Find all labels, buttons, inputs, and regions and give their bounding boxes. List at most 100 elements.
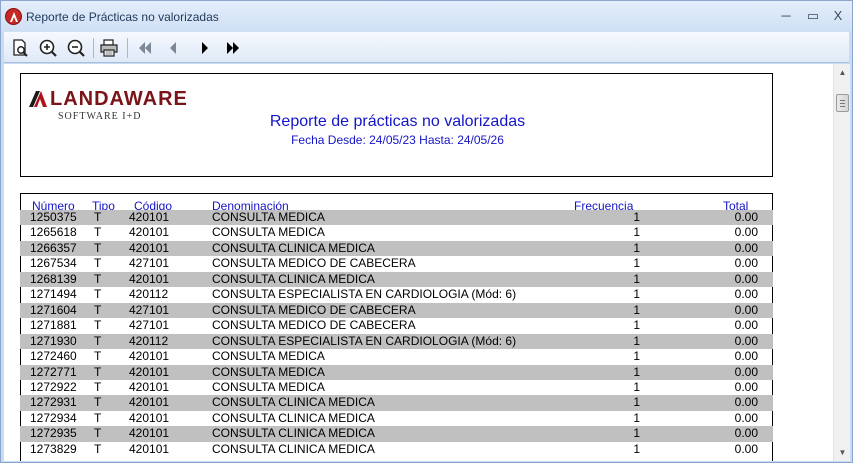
previous-page-button[interactable] [162, 37, 184, 59]
cell-denominacion: CONSULTA MEDICO DE CABECERA [212, 318, 416, 333]
table-row: 1273829 T 420101 CONSULTA CLINICA MEDICA 1 0.… [20, 442, 773, 457]
table-row: 1268139 T 420101 CONSULTA CLINICA MEDICA 1 0.… [20, 271, 773, 288]
report-title: Reporte de prácticas no valorizadas [269, 113, 526, 130]
cell-tipo: T [94, 225, 102, 240]
table-row: 1272934 T 420101 CONSULTA CLINICA MEDICA 1 0.… [20, 411, 773, 426]
cell-codigo: 420101 [129, 240, 170, 255]
cell-denominacion: CONSULTA CLINICA MEDICA [212, 240, 375, 255]
cell-numero: 1273829 [30, 441, 77, 456]
next-page-button[interactable] [194, 37, 216, 59]
cell-codigo: 420101 [129, 225, 170, 240]
page-setup-button[interactable] [9, 37, 31, 59]
cell-frecuencia: 1 [633, 410, 640, 425]
cell-tipo: T [94, 441, 102, 456]
cell-frecuencia: 1 [633, 210, 640, 224]
table-row: 1272771 T 420101 CONSULTA MEDICA 1 0.00 [20, 364, 773, 380]
first-page-button[interactable] [134, 37, 156, 59]
first-page-icon [139, 42, 151, 54]
cell-numero: 1266357 [30, 240, 77, 255]
cell-tipo: T [94, 240, 102, 255]
close-button[interactable]: X [827, 7, 849, 25]
toolbar-separator [93, 38, 94, 58]
cell-total: 0.00 [734, 349, 758, 364]
cell-numero: 1271881 [30, 318, 77, 333]
cell-numero: 1265618 [30, 225, 77, 240]
cell-codigo: 420101 [129, 426, 170, 441]
cell-codigo: 420101 [129, 349, 170, 364]
vertical-scrollbar[interactable]: ▲ ▼ [833, 64, 850, 461]
cell-total: 0.00 [734, 410, 758, 425]
cell-denominacion: CONSULTA MEDICA [212, 364, 325, 379]
cell-total: 0.00 [734, 271, 758, 286]
cell-total: 0.00 [734, 210, 758, 224]
report-window: Reporte de Prácticas no valorizadas ─ ▭ … [0, 0, 853, 463]
maximize-button[interactable]: ▭ [802, 7, 824, 25]
table-row: 1271881 T 427101 CONSULTA MEDICO DE CABECER… [20, 318, 773, 333]
cell-numero: 1271494 [30, 287, 77, 302]
cell-frecuencia: 1 [633, 240, 640, 255]
scroll-down-arrow-icon[interactable]: ▼ [834, 444, 851, 461]
cell-denominacion: CONSULTA CLINICA MEDICA [212, 271, 375, 286]
cell-numero: 1272934 [30, 410, 77, 425]
cell-frecuencia: 1 [633, 318, 640, 333]
report-viewport[interactable]: LANDAWARE SOFTWARE I+D Reporte de prácti… [4, 64, 833, 461]
last-page-button[interactable] [222, 37, 244, 59]
cell-total: 0.00 [734, 441, 758, 456]
cell-tipo: T [94, 271, 102, 286]
cell-frecuencia: 1 [633, 271, 640, 286]
cell-tipo: T [94, 379, 102, 394]
cell-total: 0.00 [734, 426, 758, 441]
title-bar[interactable]: Reporte de Prácticas no valorizadas ─ ▭ … [1, 1, 852, 32]
cell-denominacion: CONSULTA MEDICO DE CABECERA [212, 256, 416, 271]
cell-total: 0.00 [734, 256, 758, 271]
cell-total: 0.00 [734, 333, 758, 348]
table-row: 1272935 T 420101 CONSULTA CLINICA MEDICA 1 0.… [20, 426, 773, 442]
cell-total: 0.00 [734, 240, 758, 255]
cell-frecuencia: 1 [633, 333, 640, 348]
cell-total: 0.00 [734, 302, 758, 317]
preview-toolbar [4, 32, 849, 63]
cell-tipo: T [94, 210, 102, 224]
cell-tipo: T [94, 426, 102, 441]
cell-codigo: 427101 [129, 256, 170, 271]
cell-denominacion: CONSULTA CLINICA MEDICA [212, 441, 375, 456]
cell-denominacion: CONSULTA MEDICA [212, 349, 325, 364]
cell-total: 0.00 [734, 379, 758, 394]
cell-tipo: T [94, 410, 102, 425]
table-row: 1272922 T 420101 CONSULTA MEDICA 1 0.00 [20, 380, 773, 395]
cell-numero: 1271604 [30, 302, 77, 317]
minimize-button[interactable]: ─ [775, 7, 797, 25]
table-row: 1250375 T 420101 CONSULTA MEDICA 1 0.00 [20, 210, 773, 226]
cell-codigo: 420101 [129, 410, 170, 425]
cell-codigo: 420101 [129, 271, 170, 286]
cell-numero: 1250375 [30, 210, 77, 224]
cell-frecuencia: 1 [633, 349, 640, 364]
zoom-in-button[interactable] [37, 37, 59, 59]
scroll-up-arrow-icon[interactable]: ▲ [834, 64, 851, 81]
cell-numero: 1272771 [30, 364, 77, 379]
zoom-out-button[interactable] [65, 37, 87, 59]
cell-tipo: T [94, 349, 102, 364]
report-date-range: Fecha Desde: 24/05/23 Hasta: 24/05/26 [291, 133, 504, 147]
cell-numero: 1272460 [30, 349, 77, 364]
cell-frecuencia: 1 [633, 225, 640, 240]
cell-total: 0.00 [734, 364, 758, 379]
cell-denominacion: CONSULTA ESPECIALISTA EN CARDIOLOGIA (Mó… [212, 287, 517, 302]
print-button[interactable] [98, 37, 120, 59]
page-setup-icon [13, 39, 28, 57]
next-page-icon [202, 42, 208, 54]
zoom-out-icon [67, 39, 85, 57]
cell-frecuencia: 1 [633, 395, 640, 410]
cell-tipo: T [94, 318, 102, 333]
cell-codigo: 427101 [129, 302, 170, 317]
cell-tipo: T [94, 333, 102, 348]
cell-denominacion: CONSULTA CLINICA MEDICA [212, 426, 375, 441]
table-row: 1272931 T 420101 CONSULTA CLINICA MEDICA 1 0.… [20, 395, 773, 411]
table-row: 1271494 T 420112 CONSULTA ESPECIALISTA EN C… [20, 287, 773, 302]
cell-codigo: 420101 [129, 395, 170, 410]
last-page-icon [227, 42, 239, 54]
cell-frecuencia: 1 [633, 302, 640, 317]
cell-tipo: T [94, 364, 102, 379]
cell-denominacion: CONSULTA CLINICA MEDICA [212, 395, 375, 410]
scroll-thumb[interactable] [836, 94, 849, 112]
